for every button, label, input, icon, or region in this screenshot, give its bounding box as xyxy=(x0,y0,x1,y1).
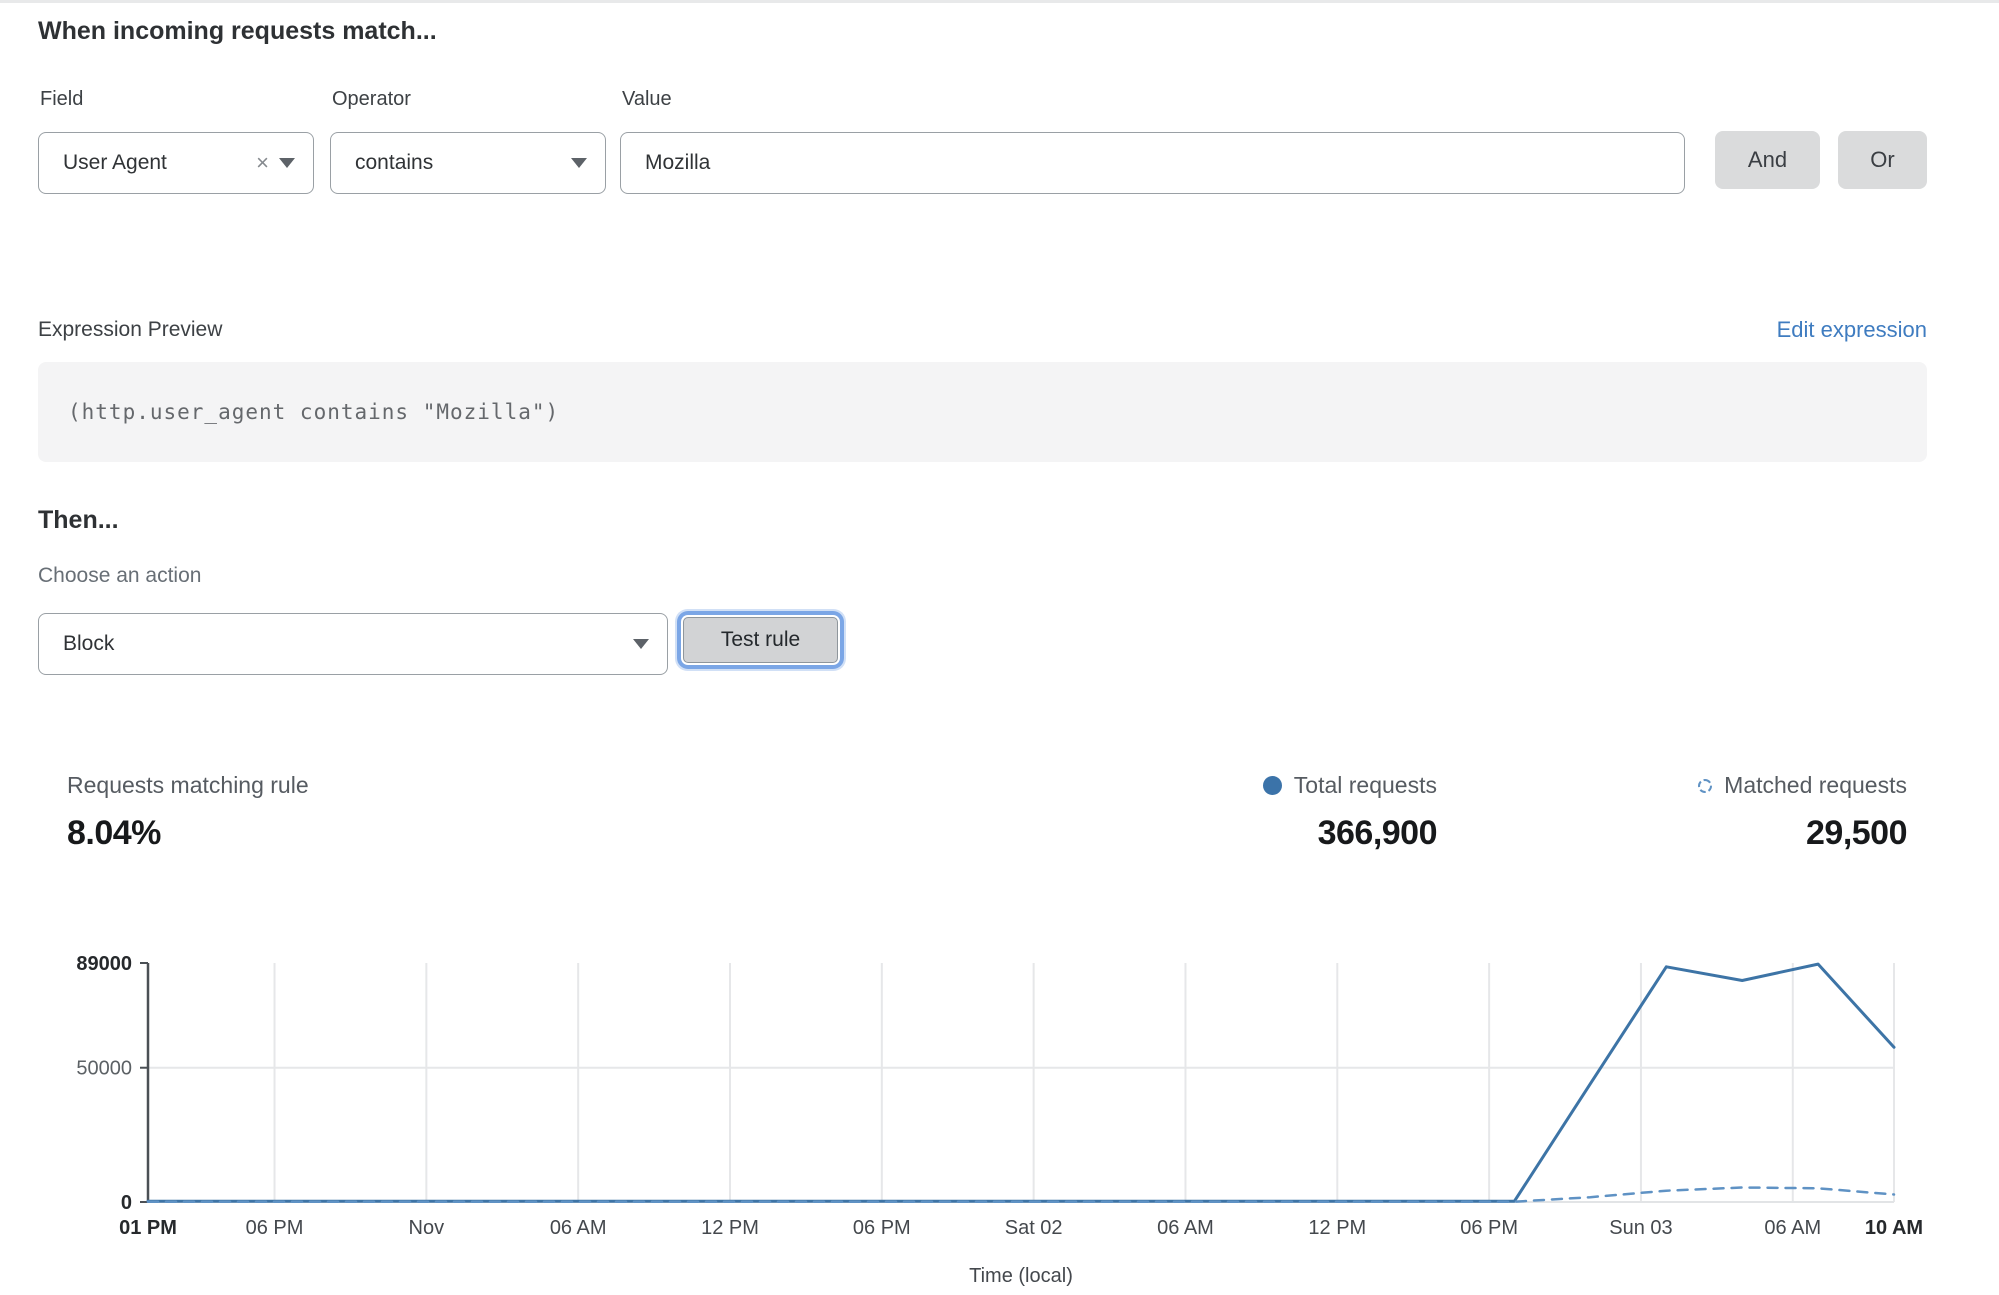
svg-text:10 AM: 10 AM xyxy=(1865,1217,1923,1239)
field-select[interactable]: User Agent × xyxy=(38,132,314,194)
expression-preview-label: Expression Preview xyxy=(38,318,222,342)
svg-text:01 PM: 01 PM xyxy=(119,1217,177,1239)
field-selected-value: User Agent xyxy=(39,151,246,175)
svg-text:Sun 03: Sun 03 xyxy=(1609,1217,1672,1239)
svg-text:06 PM: 06 PM xyxy=(853,1217,911,1239)
value-input[interactable] xyxy=(620,132,1685,194)
operator-select[interactable]: contains xyxy=(330,132,606,194)
test-rule-button[interactable]: Test rule xyxy=(683,617,838,663)
chevron-down-icon xyxy=(279,158,295,168)
legend-matched-requests: Matched requests xyxy=(1698,772,1907,799)
requests-time-series-chart: 0 50000 89000 01 PM 06 PM Nov 06 AM 12 PM 06 PM S… xyxy=(38,945,1938,1295)
and-button[interactable]: And xyxy=(1715,131,1820,189)
svg-text:06 PM: 06 PM xyxy=(1460,1217,1518,1239)
svg-text:Time (local): Time (local) xyxy=(969,1265,1073,1287)
operator-selected-value: contains xyxy=(331,151,571,175)
or-button[interactable]: Or xyxy=(1838,131,1927,189)
action-select[interactable]: Block xyxy=(38,613,668,675)
edit-expression-link[interactable]: Edit expression xyxy=(1777,317,1927,343)
total-requests-value: 366,900 xyxy=(1137,814,1437,853)
svg-text:12 PM: 12 PM xyxy=(701,1217,759,1239)
svg-text:12 PM: 12 PM xyxy=(1308,1217,1366,1239)
field-label: Field xyxy=(40,88,83,111)
svg-text:Sat 02: Sat 02 xyxy=(1005,1217,1063,1239)
svg-text:06 AM: 06 AM xyxy=(550,1217,607,1239)
operator-label: Operator xyxy=(332,88,411,111)
svg-text:89000: 89000 xyxy=(76,953,132,975)
expression-code: (http.user_agent contains "Mozilla") xyxy=(38,400,559,424)
total-requests-label: Total requests xyxy=(1294,772,1437,799)
expression-preview-box: (http.user_agent contains "Mozilla") xyxy=(38,362,1927,462)
choose-action-label: Choose an action xyxy=(38,564,201,588)
clear-field-icon[interactable]: × xyxy=(246,152,279,174)
chevron-down-icon xyxy=(571,158,587,168)
chevron-down-icon xyxy=(633,639,649,649)
svg-text:50000: 50000 xyxy=(76,1058,132,1080)
chart-canvas: 0 50000 89000 01 PM 06 PM Nov 06 AM 12 PM 06 PM S… xyxy=(38,945,1938,1295)
top-divider xyxy=(0,0,1999,3)
svg-text:Nov: Nov xyxy=(409,1217,445,1239)
value-label: Value xyxy=(622,88,672,111)
requests-matching-value: 8.04% xyxy=(67,814,161,853)
action-selected-value: Block xyxy=(39,632,633,656)
svg-text:06 AM: 06 AM xyxy=(1157,1217,1214,1239)
matched-requests-dashed-circle-icon xyxy=(1698,779,1712,793)
then-title: Then... xyxy=(38,506,119,535)
svg-text:0: 0 xyxy=(121,1192,132,1214)
matched-requests-label: Matched requests xyxy=(1724,772,1907,799)
total-requests-dot-icon xyxy=(1263,776,1282,795)
svg-text:06 AM: 06 AM xyxy=(1764,1217,1821,1239)
matched-requests-value: 29,500 xyxy=(1607,814,1907,853)
legend-total-requests: Total requests xyxy=(1263,772,1437,799)
firewall-rule-page: When incoming requests match... Field Op… xyxy=(0,0,1999,1295)
page-title: When incoming requests match... xyxy=(38,17,437,46)
requests-matching-label: Requests matching rule xyxy=(67,772,309,799)
svg-text:06 PM: 06 PM xyxy=(246,1217,304,1239)
